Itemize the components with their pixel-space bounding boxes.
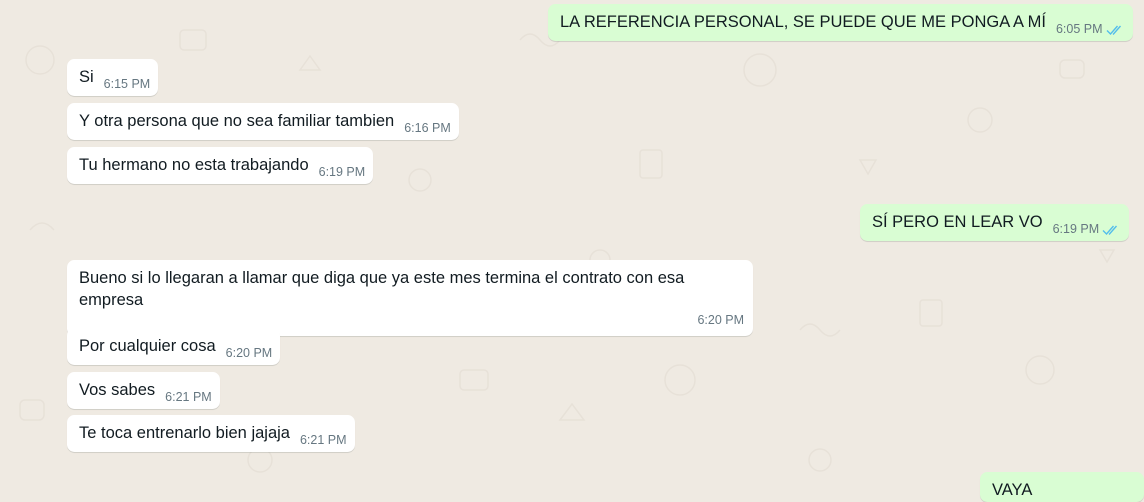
- message-time: 6:19 PM: [1052, 222, 1100, 236]
- message-time: 6:16 PM: [404, 121, 451, 135]
- double-check-read-icon: [1102, 225, 1118, 235]
- message-outgoing[interactable]: SÍ PERO EN LEAR VO 6:19 PM: [860, 204, 1130, 241]
- message-meta: 6:20 PM: [226, 346, 273, 361]
- message-incoming[interactable]: Y otra persona que no sea familiar tambi…: [67, 103, 459, 140]
- message-time: 6:21 PM: [299, 433, 347, 447]
- message-list[interactable]: LA REFERENCIA PERSONAL, SE PUEDE QUE ME …: [0, 0, 1144, 502]
- message-time: 6:20 PM: [697, 313, 744, 327]
- message-incoming[interactable]: Bueno si lo llegaran a llamar que diga q…: [67, 260, 753, 336]
- message-outgoing[interactable]: LA REFERENCIA PERSONAL, SE PUEDE QUE ME …: [548, 4, 1133, 41]
- double-check-read-icon: [1106, 25, 1121, 35]
- message-meta: 6:21 PM: [300, 433, 347, 448]
- message-incoming[interactable]: Tu hermano no esta trabajando 6:19 PM: [67, 147, 374, 184]
- message-time: 6:05 PM: [1055, 22, 1103, 36]
- message-meta: 6:05 PM: [1056, 22, 1125, 37]
- message-meta: 6:20 PM: [79, 313, 744, 328]
- message-incoming[interactable]: Si 6:15 PM: [67, 59, 159, 96]
- message-text: Tu hermano no esta trabajando: [79, 156, 309, 174]
- message-text: SÍ PERO EN LEAR VO: [872, 213, 1043, 231]
- message-time: 6:15 PM: [103, 77, 151, 91]
- message-meta: 6:19 PM: [1053, 222, 1122, 237]
- message-text: VAYA: [992, 481, 1033, 499]
- message-time: 6:21 PM: [165, 390, 212, 404]
- message-text: Vos sabes: [79, 381, 156, 399]
- message-text: Te toca entrenarlo bien jajaja: [79, 424, 290, 442]
- message-text: Por cualquier cosa: [79, 337, 216, 355]
- message-outgoing[interactable]: VAYA: [980, 472, 1144, 502]
- message-text: Bueno si lo llegaran a llamar que diga q…: [79, 269, 689, 309]
- message-text: Y otra persona que no sea familiar tambi…: [79, 112, 395, 130]
- message-meta: 6:15 PM: [104, 77, 151, 92]
- message-meta: 6:21 PM: [165, 390, 212, 405]
- message-time: 6:20 PM: [225, 346, 273, 360]
- message-text: Si: [79, 68, 94, 86]
- message-time: 6:19 PM: [318, 165, 366, 179]
- message-text: LA REFERENCIA PERSONAL, SE PUEDE QUE ME …: [560, 13, 1046, 31]
- message-incoming[interactable]: Vos sabes 6:21 PM: [67, 372, 220, 409]
- message-incoming[interactable]: Por cualquier cosa 6:20 PM: [67, 328, 281, 365]
- message-incoming[interactable]: Te toca entrenarlo bien jajaja 6:21 PM: [67, 415, 355, 452]
- message-meta: 6:16 PM: [404, 121, 451, 136]
- message-meta: 6:19 PM: [319, 165, 366, 180]
